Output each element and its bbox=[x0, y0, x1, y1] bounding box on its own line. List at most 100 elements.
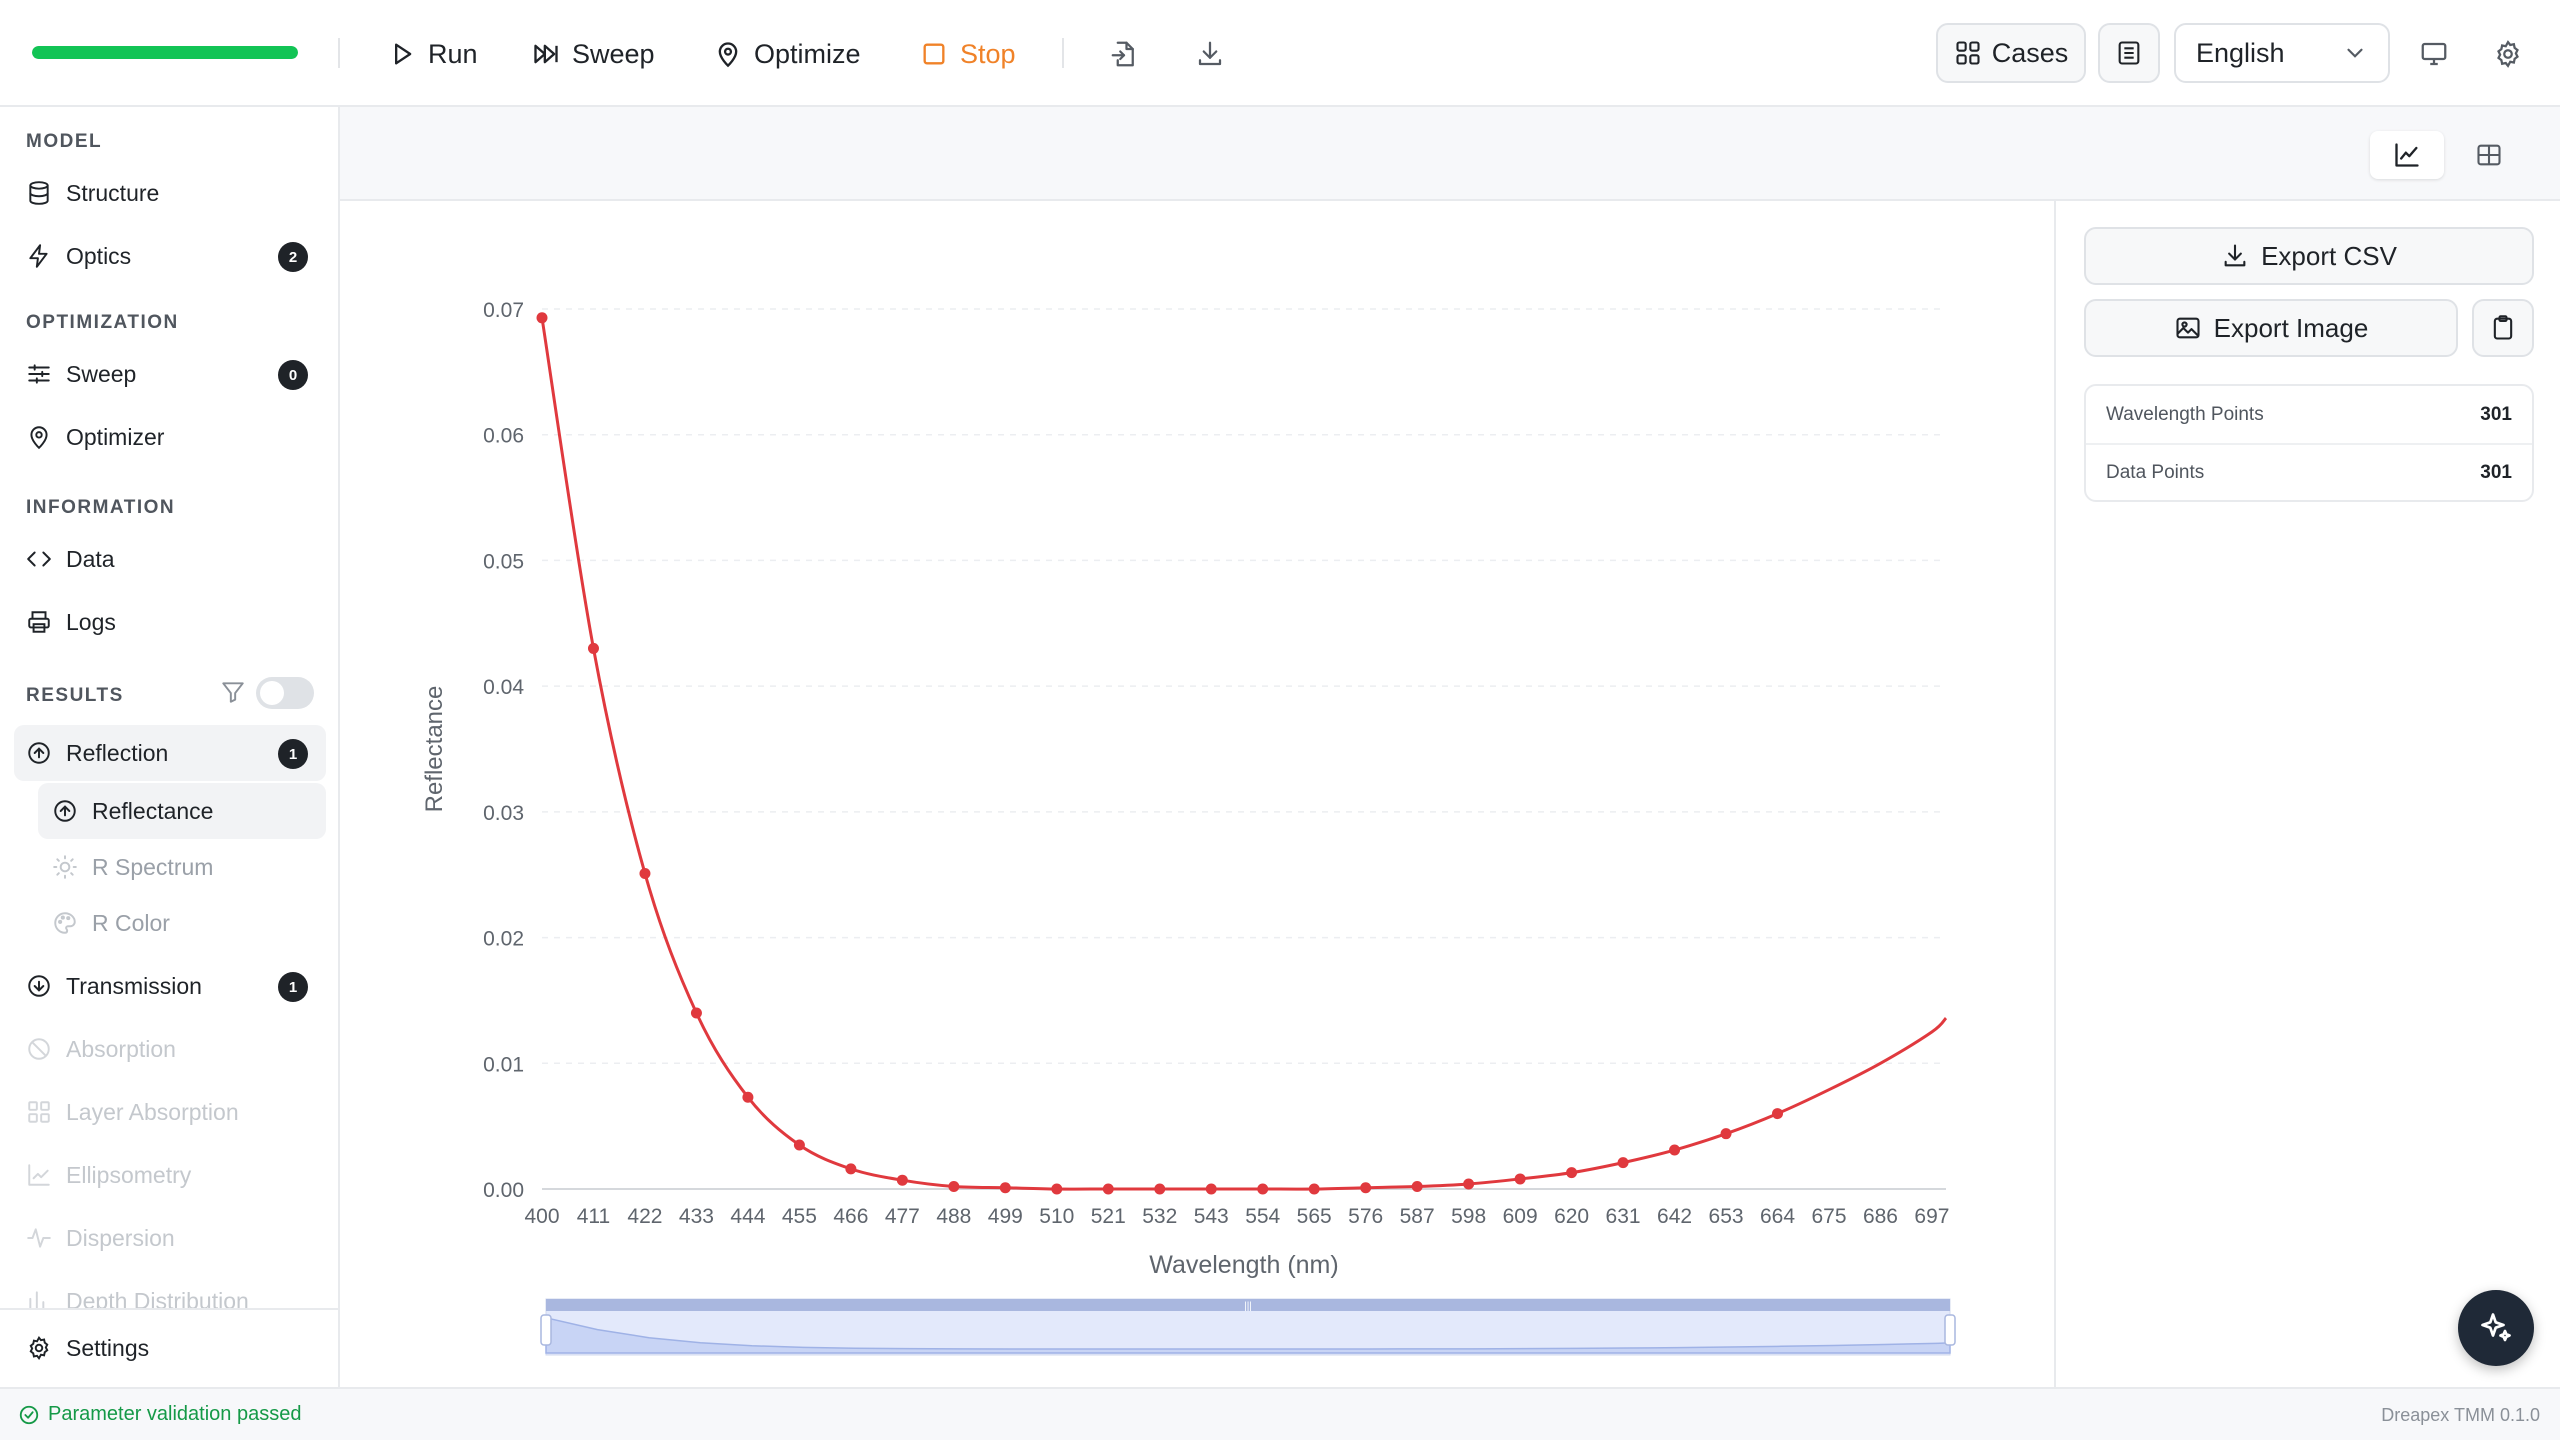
data-point[interactable] bbox=[1257, 1183, 1269, 1195]
data-point[interactable] bbox=[1514, 1173, 1526, 1185]
reflectance-chart[interactable]: 0.000.010.020.030.040.050.060.07 400 411 4… bbox=[340, 201, 2054, 1387]
section-title-model: MODEL bbox=[26, 131, 103, 152]
table-view-button[interactable] bbox=[2452, 131, 2526, 179]
data-point[interactable] bbox=[896, 1174, 908, 1186]
data-point[interactable] bbox=[999, 1182, 1011, 1194]
sidebar-item-settings[interactable]: Settings bbox=[14, 1320, 326, 1376]
export-csv-button[interactable]: Export CSV bbox=[2084, 227, 2534, 285]
chart-view-button[interactable] bbox=[2370, 131, 2444, 179]
status-bar: Parameter validation passed Dreapex TMM … bbox=[0, 1387, 2560, 1440]
image-icon bbox=[2176, 317, 2200, 339]
sidebar-item-logs[interactable]: Logs bbox=[14, 594, 326, 650]
data-point[interactable] bbox=[536, 312, 548, 324]
data-point[interactable] bbox=[1051, 1183, 1063, 1195]
section-title-results: RESULTS bbox=[26, 685, 124, 706]
section-title-optimization: OPTIMIZATION bbox=[26, 312, 179, 333]
x-tick-label: 554 bbox=[1245, 1205, 1280, 1228]
sweep-button[interactable]: Sweep bbox=[532, 30, 655, 78]
sidebar-item-ellipsometry[interactable]: Ellipsometry bbox=[14, 1147, 326, 1203]
data-point[interactable] bbox=[1566, 1167, 1578, 1179]
sidebar-item-layer-absorption[interactable]: Layer Absorption bbox=[14, 1084, 326, 1140]
data-zoom-slider[interactable]: ||| bbox=[540, 1298, 1956, 1356]
palette-icon bbox=[54, 912, 76, 934]
play-icon bbox=[395, 43, 412, 65]
stop-button[interactable]: Stop bbox=[920, 30, 1016, 78]
data-point[interactable] bbox=[1772, 1108, 1784, 1120]
x-tick-label: 686 bbox=[1863, 1205, 1898, 1228]
sidebar-item-absorption[interactable]: Absorption bbox=[14, 1021, 326, 1077]
sidebar-item-label: R Color bbox=[92, 909, 170, 936]
x-tick-label: 455 bbox=[782, 1205, 817, 1228]
data-point[interactable] bbox=[845, 1163, 857, 1175]
language-select[interactable]: English bbox=[2174, 23, 2390, 83]
x-tick-label: 609 bbox=[1503, 1205, 1538, 1228]
sidebar-item-dispersion[interactable]: Dispersion bbox=[14, 1210, 326, 1266]
export-image-button[interactable]: Export Image bbox=[2084, 299, 2458, 357]
data-point[interactable] bbox=[1720, 1128, 1732, 1140]
x-tick-label: 488 bbox=[936, 1205, 971, 1228]
sidebar-item-r-spectrum[interactable]: R Spectrum bbox=[38, 839, 326, 895]
count-badge: 1 bbox=[278, 972, 308, 1002]
validation-message: Parameter validation passed bbox=[48, 1403, 302, 1425]
grid-icon bbox=[1956, 41, 1980, 65]
stop-square-icon bbox=[923, 43, 945, 65]
zoom-right-handle[interactable] bbox=[1944, 1314, 1956, 1346]
data-point[interactable] bbox=[1102, 1183, 1114, 1195]
x-axis-ticks: 400 411 422 433 444 455 466 477 488 499 510 521 532 5… bbox=[524, 1205, 1949, 1228]
sidebar-item-structure[interactable]: Structure bbox=[14, 165, 326, 221]
data-point[interactable] bbox=[1154, 1183, 1166, 1195]
toolbar: Run Sweep Optimize Stop Cases English bbox=[0, 0, 2560, 107]
x-tick-label: 510 bbox=[1039, 1205, 1074, 1228]
x-tick-label: 433 bbox=[679, 1205, 714, 1228]
sidebar-item-data[interactable]: Data bbox=[14, 531, 326, 587]
notes-button[interactable] bbox=[2098, 23, 2160, 83]
copy-clipboard-button[interactable] bbox=[2472, 299, 2534, 357]
x-tick-label: 400 bbox=[524, 1205, 559, 1228]
sidebar-item-reflection[interactable]: Reflection 1 bbox=[14, 725, 326, 781]
arrow-down-circle-icon bbox=[28, 975, 50, 997]
data-point[interactable] bbox=[1411, 1180, 1423, 1192]
table-icon bbox=[2477, 144, 2501, 166]
filter-icon[interactable] bbox=[220, 679, 246, 705]
sidebar-item-sweep[interactable]: Sweep 0 bbox=[14, 346, 326, 402]
ai-assistant-button[interactable] bbox=[2458, 1290, 2534, 1366]
data-point[interactable] bbox=[1360, 1182, 1372, 1194]
data-point[interactable] bbox=[793, 1139, 805, 1151]
data-point[interactable] bbox=[1617, 1157, 1629, 1169]
check-circle-icon bbox=[19, 1405, 39, 1424]
zoom-left-handle[interactable] bbox=[540, 1314, 552, 1346]
data-point[interactable] bbox=[1463, 1178, 1475, 1190]
data-point[interactable] bbox=[690, 1007, 702, 1019]
sidebar-item-label: Layer Absorption bbox=[66, 1098, 239, 1125]
sidebar-item-r-color[interactable]: R Color bbox=[38, 895, 326, 951]
display-button[interactable] bbox=[2414, 34, 2454, 74]
y-tick-label: 0.05 bbox=[483, 550, 524, 573]
database-icon bbox=[29, 181, 49, 205]
printer-icon bbox=[28, 611, 50, 633]
data-point[interactable] bbox=[639, 867, 651, 879]
cases-button[interactable]: Cases bbox=[1936, 23, 2086, 83]
import-button[interactable] bbox=[1104, 34, 1144, 74]
results-filter-toggle[interactable] bbox=[256, 677, 314, 709]
optimize-button[interactable]: Optimize bbox=[714, 30, 861, 78]
data-point[interactable] bbox=[1308, 1183, 1320, 1195]
data-point[interactable] bbox=[1669, 1144, 1681, 1156]
stat-row: Data Points 301 bbox=[2086, 443, 2532, 500]
x-tick-label: 576 bbox=[1348, 1205, 1383, 1228]
series-line[interactable] bbox=[540, 317, 1948, 1191]
data-point[interactable] bbox=[587, 642, 599, 654]
settings-gear-button[interactable] bbox=[2488, 34, 2528, 74]
data-point[interactable] bbox=[742, 1091, 754, 1103]
sidebar-item-transmission[interactable]: Transmission 1 bbox=[14, 958, 326, 1014]
sidebar-item-label: Logs bbox=[66, 608, 116, 635]
y-tick-label: 0.01 bbox=[483, 1053, 524, 1076]
data-point[interactable] bbox=[948, 1180, 960, 1192]
download-button[interactable] bbox=[1190, 34, 1230, 74]
toggle-knob bbox=[260, 681, 284, 705]
run-button[interactable]: Run bbox=[388, 30, 478, 78]
sidebar-item-reflectance[interactable]: Reflectance bbox=[38, 783, 326, 839]
data-point[interactable] bbox=[1205, 1183, 1217, 1195]
sidebar-item-optics[interactable]: Optics 2 bbox=[14, 228, 326, 284]
sparkles-icon bbox=[2481, 1313, 2511, 1342]
sidebar-item-optimizer[interactable]: Optimizer bbox=[14, 409, 326, 465]
